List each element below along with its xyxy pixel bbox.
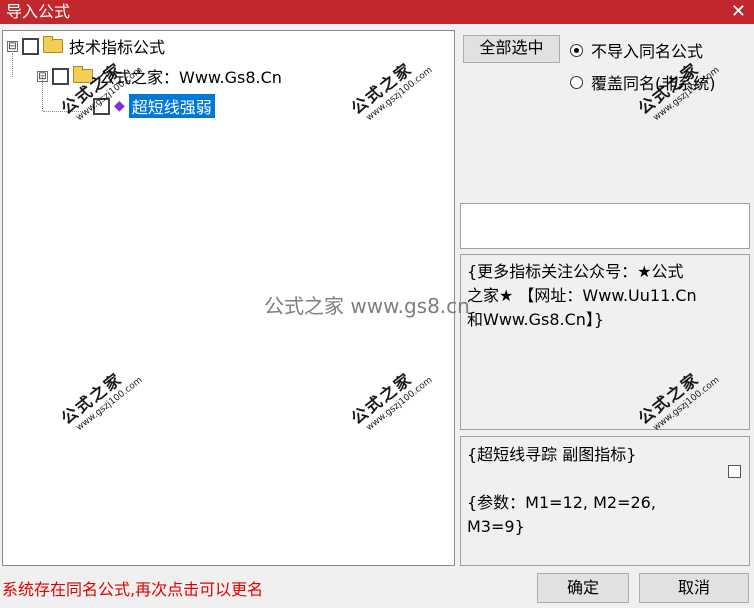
cancel-button[interactable]: 取消 — [639, 573, 749, 603]
folder-icon — [73, 66, 93, 83]
description-line: {超短线寻踪 副图指标} — [467, 445, 637, 464]
info-line: 之家★ 【网址：Www.Uu11.Cn — [467, 286, 697, 305]
folder-icon — [43, 36, 63, 53]
tree-node-group[interactable]: ⊟ 公式之家：Www.Gs8.Cn — [37, 65, 282, 87]
collapse-icon[interactable]: ⊟ — [7, 40, 18, 52]
tree-connector — [43, 111, 85, 112]
info-line: 和Www.Gs8.Cn】} — [467, 310, 605, 329]
info-text-area[interactable]: {更多指标关注公众号：★公式 之家★ 【网址：Www.Uu11.Cn 和Www.… — [460, 254, 750, 430]
center-watermark: 公式之家 www.gs8.cn — [264, 294, 470, 318]
tree-label-root: 技术指标公式 — [69, 38, 166, 57]
tree-node-root[interactable]: ⊟ 技术指标公式 — [7, 35, 165, 57]
select-all-button[interactable]: 全部选中 — [463, 35, 560, 63]
collapse-icon[interactable]: ⊟ — [37, 70, 48, 82]
title-bar: 导入公式 ✕ — [0, 0, 754, 24]
description-line — [467, 467, 743, 491]
close-icon[interactable]: ✕ — [731, 1, 746, 23]
tree-checkbox[interactable] — [93, 97, 110, 115]
description-area[interactable]: {超短线寻踪 副图指标} {参数：M1=12, M2=26, M3=9} — [460, 436, 750, 566]
formula-gem-icon: ◆ — [114, 98, 125, 114]
empty-field[interactable] — [460, 203, 750, 249]
description-line: M3=9} — [467, 517, 525, 536]
tree-label-group: 公式之家：Www.Gs8.Cn — [99, 68, 282, 87]
tree-checkbox[interactable] — [52, 67, 69, 85]
tree-checkbox[interactable] — [22, 37, 39, 55]
ok-button[interactable]: 确定 — [537, 573, 629, 603]
tree-node-item[interactable]: ◆ 超短线强弱 — [91, 94, 215, 118]
description-line: {参数：M1=12, M2=26, — [467, 493, 656, 512]
status-message: 系统存在同名公式,再次点击可以更名 — [2, 580, 264, 599]
radio-button[interactable] — [570, 75, 583, 89]
radio-overwrite[interactable]: 覆盖同名(非系统) — [570, 70, 716, 94]
radio-no-import[interactable]: 不导入同名公式 — [570, 38, 703, 62]
description-checkbox[interactable] — [728, 465, 741, 478]
radio-label: 不导入同名公式 — [591, 42, 704, 61]
radio-label: 覆盖同名(非系统) — [591, 74, 716, 93]
radio-button[interactable] — [570, 43, 583, 57]
window-title: 导入公式 — [6, 2, 71, 21]
tree-label-item: 超短线强弱 — [128, 94, 215, 118]
info-line: {更多指标关注公众号：★公式 — [467, 262, 684, 281]
